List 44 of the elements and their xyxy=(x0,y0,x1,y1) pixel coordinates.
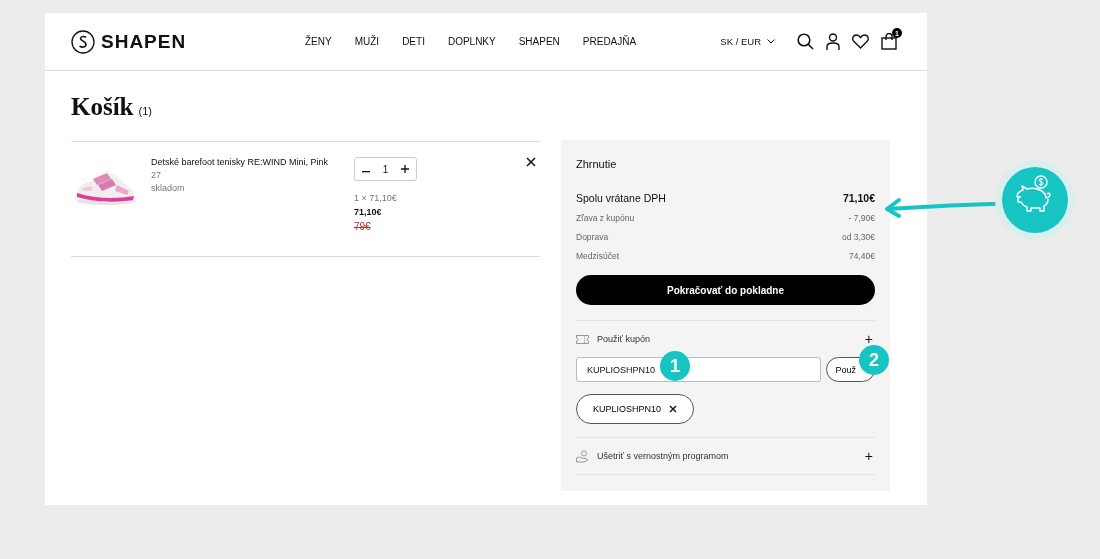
summary-value: 74,40€ xyxy=(849,250,875,261)
old-price: 79€ xyxy=(354,221,372,232)
checkout-button[interactable]: Pokračovať do pokladne xyxy=(576,275,875,305)
quantity-stepper[interactable]: 1 xyxy=(354,157,417,181)
item-count: (1) xyxy=(138,105,152,117)
nav-link[interactable]: ŽENY xyxy=(305,36,332,47)
nav-link[interactable]: DETI xyxy=(402,36,425,47)
hand-coin-icon xyxy=(576,449,589,463)
section-title: Použiť kupón xyxy=(597,334,650,344)
summary-label: Zľava z kupónu xyxy=(576,212,635,223)
product-name[interactable]: Detské barefoot tenisky RE:WIND Mini, Pink xyxy=(151,157,354,167)
logo-text: SHAPEN xyxy=(101,30,187,53)
summary-label: Doprava xyxy=(576,231,609,242)
product-size: 27 xyxy=(151,170,162,180)
ticket-icon xyxy=(576,334,589,344)
summary-value: od 3,30€ xyxy=(841,231,875,242)
stock-status: skladom xyxy=(151,183,186,193)
expand-button[interactable]: + xyxy=(862,448,875,464)
chevron-down-icon xyxy=(767,39,775,44)
heart-icon[interactable] xyxy=(852,34,869,49)
price: 71,10€ xyxy=(354,207,383,217)
search-icon[interactable] xyxy=(797,33,814,50)
summary-label: Medzisúčet xyxy=(576,250,619,261)
close-icon[interactable] xyxy=(526,157,536,167)
page-title: Košík xyxy=(71,93,134,121)
summary-value: 71,10€ xyxy=(842,192,875,204)
locale-selector[interactable]: SK / EUR xyxy=(720,36,775,47)
logo-icon xyxy=(71,29,95,54)
summary-value: - 7,90€ xyxy=(848,212,875,223)
close-icon xyxy=(669,405,678,413)
summary-title: Zhrnutie xyxy=(576,158,618,170)
piggy-bank-icon xyxy=(995,160,1075,240)
summary-label: Spolu vrátane DPH xyxy=(576,192,666,204)
shopping-bag-icon[interactable] xyxy=(881,33,897,50)
user-icon[interactable] xyxy=(826,33,840,50)
applied-coupon-chip[interactable]: KUPLIOSHPN10 xyxy=(576,394,695,424)
nav-link[interactable]: PREDAJŇA xyxy=(582,36,637,47)
expand-button[interactable]: + xyxy=(862,331,875,347)
nav-link[interactable]: MUŽI xyxy=(354,36,380,47)
nav-link[interactable]: DOPLNKY xyxy=(447,36,496,47)
plus-icon[interactable] xyxy=(401,163,409,175)
unit-price: 1 × 71,10€ xyxy=(354,193,398,203)
section-title: Ušetriť s vernostným programom xyxy=(597,451,729,461)
nav-link[interactable]: SHAPEN xyxy=(518,36,560,47)
